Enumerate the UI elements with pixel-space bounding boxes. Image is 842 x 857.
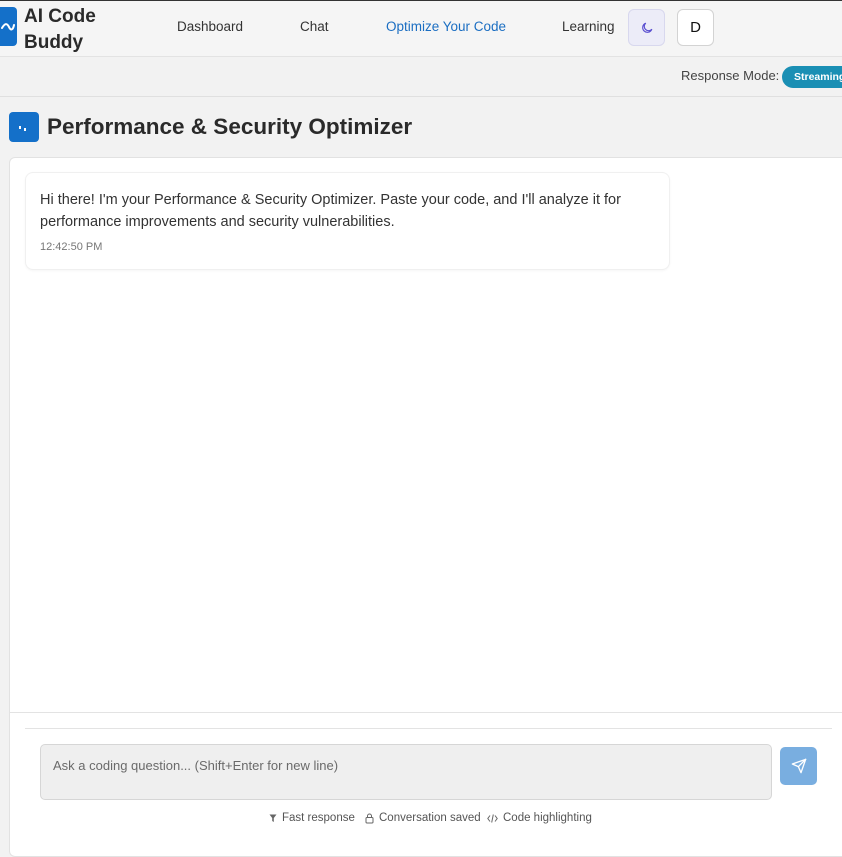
nav-dashboard[interactable]: Dashboard — [177, 19, 243, 34]
nav-chat[interactable]: Chat — [300, 19, 329, 34]
feature-code-highlighting: Code highlighting — [487, 812, 592, 824]
app-logo[interactable] — [0, 7, 17, 46]
feature-label: Conversation saved — [379, 812, 481, 824]
feature-label: Code highlighting — [503, 812, 592, 824]
response-mode-label: Response Mode: — [681, 68, 780, 83]
chat-input[interactable] — [40, 744, 772, 800]
user-avatar-button[interactable]: D — [677, 9, 714, 46]
filter-icon — [269, 814, 277, 822]
send-icon — [791, 758, 806, 774]
top-navigation-bar: AI Code Buddy Dashboard Chat Optimize Yo… — [0, 0, 842, 57]
theme-toggle-button[interactable] — [628, 9, 665, 46]
composer-top-border — [25, 728, 832, 729]
assistant-message-text: Hi there! I'm your Performance & Securit… — [40, 192, 621, 230]
chart-icon — [9, 112, 39, 142]
feature-conversation-saved: Conversation saved — [365, 812, 481, 824]
response-mode-toggle[interactable]: Streaming — [782, 66, 842, 88]
nav-learning[interactable]: Learning — [562, 19, 615, 34]
page-title: Performance & Security Optimizer — [47, 114, 413, 139]
feature-fast-response: Fast response — [269, 812, 355, 824]
nav-optimize-your-code[interactable]: Optimize Your Code — [386, 19, 506, 34]
moon-icon — [641, 22, 652, 33]
send-button[interactable] — [780, 747, 817, 785]
app-title[interactable]: AI Code Buddy — [24, 4, 134, 56]
code-icon — [487, 813, 498, 823]
composer-divider — [10, 712, 842, 713]
lock-icon — [365, 813, 374, 823]
response-mode-bar: Response Mode: Streaming — [0, 57, 842, 97]
wave-icon — [1, 22, 15, 30]
message-timestamp: 12:42:50 PM — [40, 241, 103, 253]
feature-label: Fast response — [282, 812, 355, 824]
